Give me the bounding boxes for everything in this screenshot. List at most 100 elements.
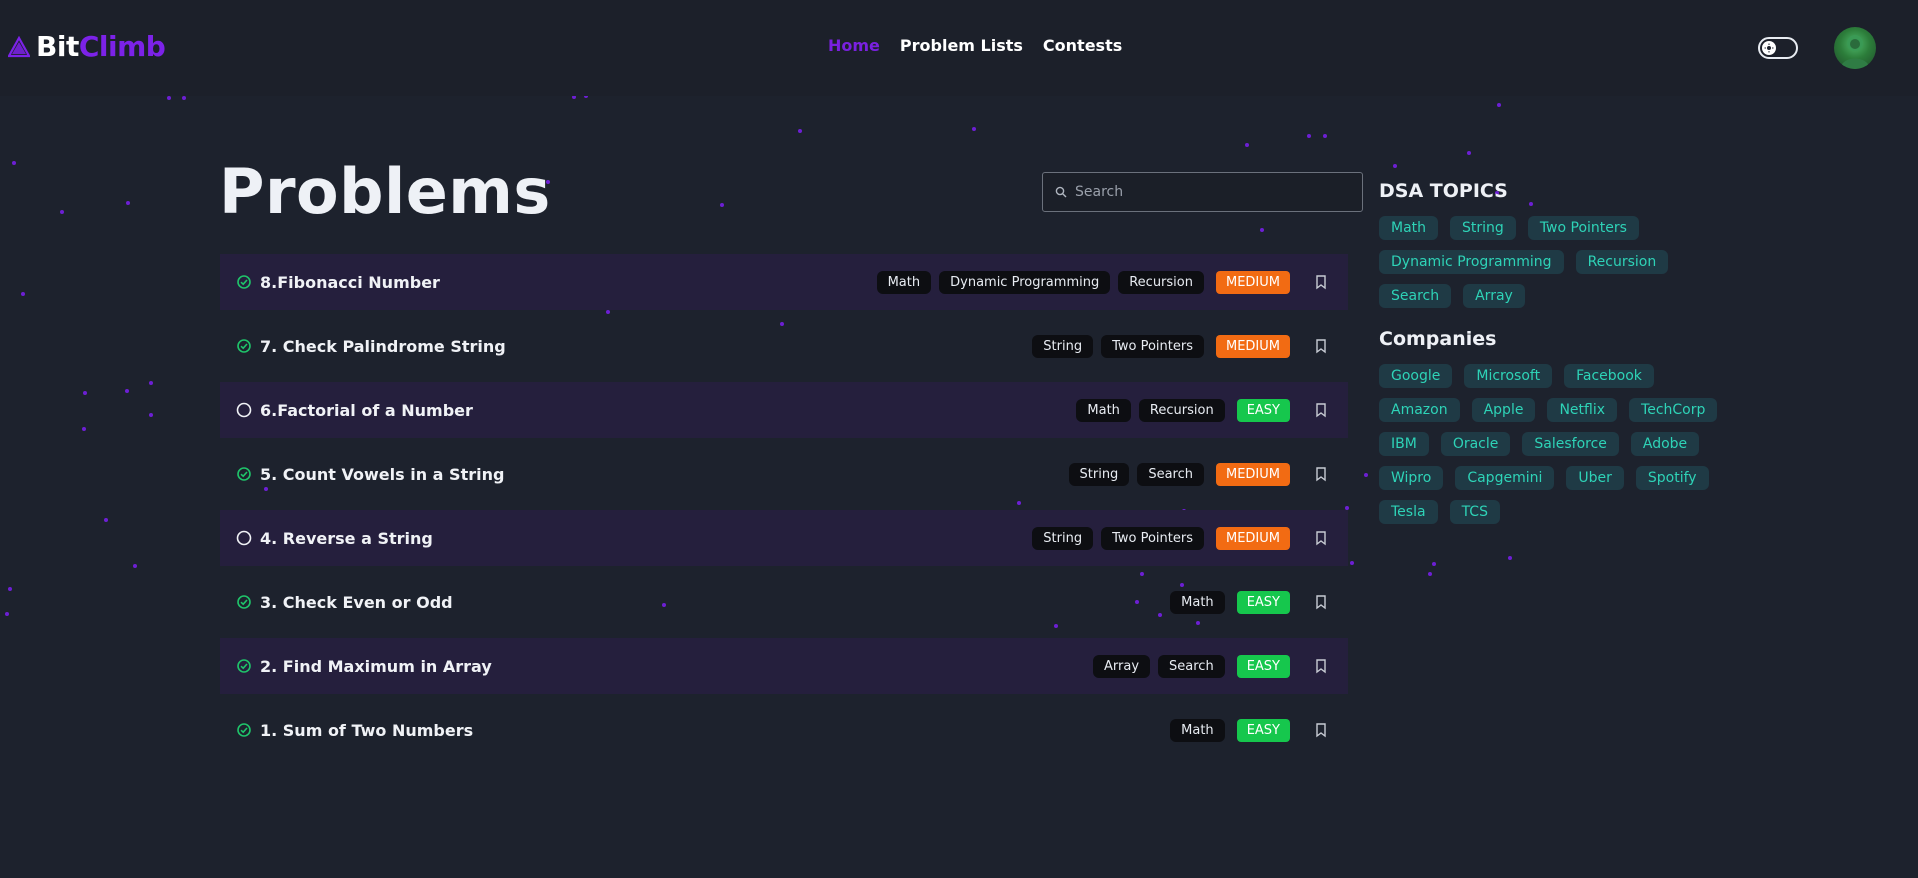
main-nav: Home Problem Lists Contests (828, 36, 1122, 55)
bookmark-icon[interactable] (1314, 274, 1328, 290)
problem-title[interactable]: 3. Check Even or Odd (260, 593, 1170, 612)
problem-row[interactable]: 1. Sum of Two Numbers Math EASY (220, 702, 1348, 758)
problem-tag: Dynamic Programming (939, 270, 1111, 294)
problem-title[interactable]: 4. Reverse a String (260, 529, 1032, 548)
problem-tags: Array Search (1093, 654, 1225, 678)
bookmark-icon[interactable] (1314, 658, 1328, 674)
company-chip[interactable]: IBM (1379, 432, 1429, 456)
search-input[interactable] (1075, 184, 1345, 200)
triangle-logo-icon (8, 35, 30, 58)
nav-problem-lists[interactable]: Problem Lists (900, 36, 1023, 55)
problem-row[interactable]: 3. Check Even or Odd Math EASY (220, 574, 1348, 630)
problem-row[interactable]: 4. Reverse a String String Two Pointers MED… (220, 510, 1348, 566)
difficulty-badge: EASY (1236, 398, 1290, 422)
topic-chip[interactable]: Dynamic Programming (1379, 250, 1564, 274)
problem-tag: Search (1158, 654, 1225, 678)
problem-tag: Math (876, 270, 932, 294)
sun-icon (1762, 41, 1776, 55)
company-chip[interactable]: TCS (1449, 500, 1500, 524)
topic-chip[interactable]: Two Pointers (1527, 216, 1639, 240)
company-chip[interactable]: Adobe (1630, 432, 1700, 456)
problem-tag: Math (1170, 718, 1225, 742)
brand-name-bit: Bit (36, 30, 79, 63)
brand-logo[interactable]: BitClimb (8, 30, 166, 63)
company-chip[interactable]: Wipro (1379, 466, 1444, 490)
bookmark-icon[interactable] (1314, 594, 1328, 610)
difficulty-badge: EASY (1236, 654, 1290, 678)
difficulty-badge: MEDIUM (1215, 334, 1290, 358)
company-chip[interactable]: Microsoft (1464, 364, 1553, 388)
theme-toggle[interactable] (1758, 37, 1798, 59)
problem-row[interactable]: 5. Count Vowels in a String String Search M… (220, 446, 1348, 502)
bookmark-icon[interactable] (1314, 530, 1328, 546)
check-circle-icon (236, 274, 252, 290)
problem-tag: String (1032, 526, 1094, 550)
topic-chip[interactable]: Math (1379, 216, 1439, 240)
company-chip[interactable]: Salesforce (1522, 432, 1619, 456)
problem-tags: String Search (1068, 462, 1204, 486)
difficulty-badge: EASY (1236, 590, 1290, 614)
nav-home[interactable]: Home (828, 36, 880, 55)
problem-title[interactable]: 8.Fibonacci Number (260, 273, 877, 292)
topic-chip[interactable]: String (1450, 216, 1516, 240)
company-chip[interactable]: Spotify (1635, 466, 1709, 490)
problem-title[interactable]: 1. Sum of Two Numbers (260, 721, 1170, 740)
company-chip[interactable]: Google (1379, 364, 1453, 388)
company-chip[interactable]: Oracle (1440, 432, 1511, 456)
check-circle-icon (236, 466, 252, 482)
company-chip[interactable]: Netflix (1547, 398, 1618, 422)
brand-name-climb: Climb (78, 30, 166, 63)
company-chip-list: Google Microsoft Facebook Amazon Apple Netfli… (1379, 364, 1719, 524)
problem-title[interactable]: 5. Count Vowels in a String (260, 465, 1069, 484)
problem-tag: Array (1093, 654, 1151, 678)
problem-tags: Math (1170, 718, 1225, 742)
difficulty-badge: MEDIUM (1215, 270, 1290, 294)
problem-tags: String Two Pointers (1032, 334, 1204, 358)
dsa-topics-heading: DSA TOPICS (1379, 180, 1508, 202)
nav-contests[interactable]: Contests (1043, 36, 1122, 55)
problem-tag: Math (1076, 398, 1131, 422)
company-chip[interactable]: Facebook (1564, 364, 1654, 388)
problem-row[interactable]: 7. Check Palindrome String String Two Poin… (220, 318, 1348, 374)
problem-list: 8.Fibonacci Number Math Dynamic Programmin… (220, 254, 1348, 766)
problem-title[interactable]: 7. Check Palindrome String (260, 337, 1032, 356)
topic-chip[interactable]: Array (1463, 284, 1525, 308)
sidebar: DSA TOPICS Math String Two Pointers Dynamic… (1379, 180, 1719, 524)
problem-tags: String Two Pointers (1032, 526, 1204, 550)
problem-tag: String (1068, 462, 1130, 486)
difficulty-badge: EASY (1236, 718, 1290, 742)
topic-chip[interactable]: Recursion (1575, 250, 1669, 274)
problem-title[interactable]: 6.Factorial of a Number (260, 401, 1076, 420)
company-chip[interactable]: Amazon (1379, 398, 1460, 422)
check-circle-icon (236, 338, 252, 354)
bookmark-icon[interactable] (1314, 338, 1328, 354)
problem-row[interactable]: 6.Factorial of a Number Math Recursion EASY (220, 382, 1348, 438)
company-chip[interactable]: Capgemini (1455, 466, 1555, 490)
problem-title[interactable]: 2. Find Maximum in Array (260, 657, 1093, 676)
bookmark-icon[interactable] (1314, 402, 1328, 418)
problem-tag: Search (1137, 462, 1204, 486)
bookmark-icon[interactable] (1314, 466, 1328, 482)
check-circle-icon (236, 658, 252, 674)
check-circle-icon (236, 722, 252, 738)
navbar: BitClimb Home Problem Lists Contests (0, 0, 1918, 96)
problem-tags: Math (1170, 590, 1225, 614)
problem-tags: Math Dynamic Programming Recursion (876, 270, 1204, 294)
circle-icon (236, 530, 252, 546)
bookmark-icon[interactable] (1314, 722, 1328, 738)
search-icon (1055, 186, 1067, 198)
check-circle-icon (236, 594, 252, 610)
problem-tags: Math Recursion (1076, 398, 1225, 422)
company-chip[interactable]: Uber (1566, 466, 1624, 490)
user-avatar[interactable] (1834, 27, 1876, 69)
company-chip[interactable]: Tesla (1379, 500, 1438, 524)
problem-row[interactable]: 2. Find Maximum in Array Array Search EASY (220, 638, 1348, 694)
brand-name: BitClimb (36, 30, 166, 63)
problem-row[interactable]: 8.Fibonacci Number Math Dynamic Programmin… (220, 254, 1348, 310)
company-chip[interactable]: TechCorp (1629, 398, 1718, 422)
difficulty-badge: MEDIUM (1215, 526, 1290, 550)
problem-tag: Recursion (1118, 270, 1204, 294)
search-field[interactable] (1042, 172, 1363, 212)
company-chip[interactable]: Apple (1471, 398, 1536, 422)
topic-chip[interactable]: Search (1379, 284, 1452, 308)
